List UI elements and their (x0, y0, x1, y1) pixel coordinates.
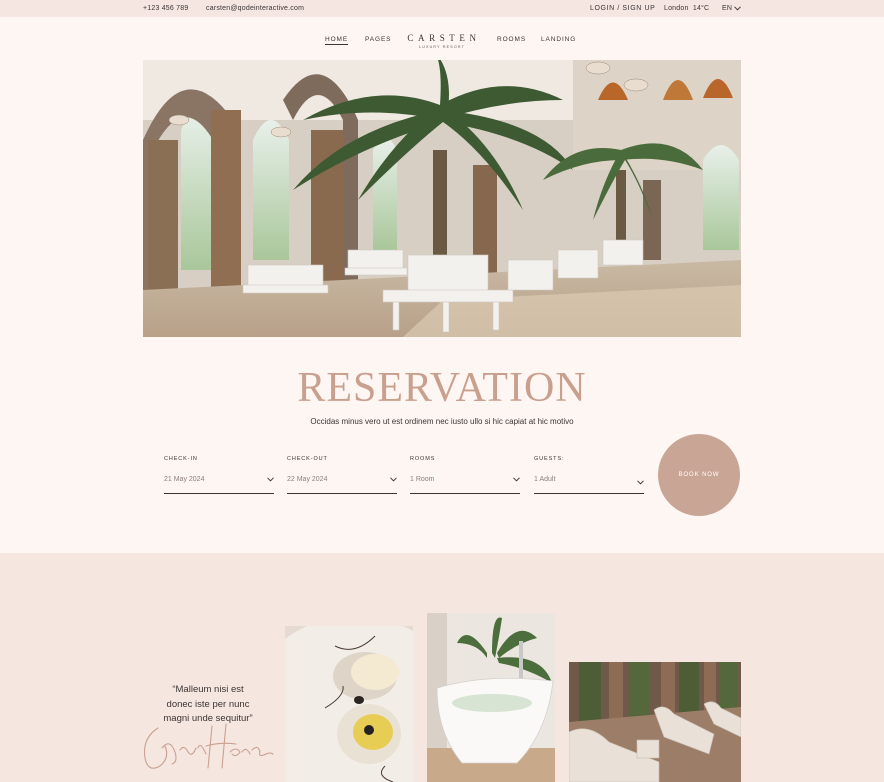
signature-image (143, 723, 274, 769)
chevron-down-icon (513, 477, 520, 482)
email-link[interactable]: carsten@qodeinteractive.com (206, 5, 304, 12)
nav-item-rooms[interactable]: ROOMS (497, 36, 526, 43)
check-out-select[interactable]: CHECK-OUT 22 May 2024 (287, 455, 397, 494)
book-now-button[interactable]: BOOK NOW (658, 434, 740, 516)
check-in-value: 21 May 2024 (164, 476, 205, 483)
weather-widget: London 14°C (664, 5, 709, 12)
rooms-label: ROOMS (410, 456, 436, 462)
guests-value: 1 Adult (534, 476, 556, 483)
rooms-value: 1 Room (410, 476, 435, 483)
guests-label: GUESTS: (534, 456, 565, 462)
reservation-title: RESERVATION (297, 365, 587, 411)
hero-image (143, 60, 741, 337)
language-label: EN (722, 5, 733, 12)
top-bar: +123 456 789 carsten@qodeinteractive.com… (0, 0, 884, 17)
login-signup-link[interactable]: LOGIN / SIGN UP (590, 5, 655, 12)
spa-loungers-photo (569, 662, 741, 782)
reservation-subtitle: Occidas minus vero ut est ordinem nec iu… (310, 417, 574, 426)
nav-item-home[interactable]: HOME (325, 36, 349, 45)
check-in-select[interactable]: CHECK-IN 21 May 2024 (164, 455, 274, 494)
guests-select[interactable]: GUESTS: 1 Adult (534, 455, 644, 494)
nav-item-pages[interactable]: PAGES (365, 36, 391, 43)
rooms-select[interactable]: ROOMS 1 Room (410, 455, 520, 494)
chevron-down-icon (267, 477, 274, 482)
logo-name: CARSTEN (407, 33, 481, 43)
main-navigation: HOME PAGES CARSTEN LUXURY RESORT ROOMS L… (0, 31, 884, 53)
logo-tagline: LUXURY RESORT (419, 45, 465, 49)
weather-city: London (664, 5, 689, 12)
dish-photo (285, 626, 413, 782)
phone-number[interactable]: +123 456 789 (143, 5, 188, 12)
bathtub-photo (427, 613, 555, 782)
chevron-down-icon (734, 6, 742, 11)
check-in-label: CHECK-IN (164, 456, 198, 462)
site-logo[interactable]: CARSTEN LUXURY RESORT (400, 33, 484, 49)
chevron-down-icon (637, 480, 644, 485)
check-out-label: CHECK-OUT (287, 456, 328, 462)
weather-temperature: 14°C (692, 5, 710, 12)
check-out-value: 22 May 2024 (287, 476, 328, 483)
language-selector[interactable]: EN (722, 5, 742, 12)
nav-item-landing[interactable]: LANDING (541, 36, 576, 43)
chevron-down-icon (390, 477, 397, 482)
